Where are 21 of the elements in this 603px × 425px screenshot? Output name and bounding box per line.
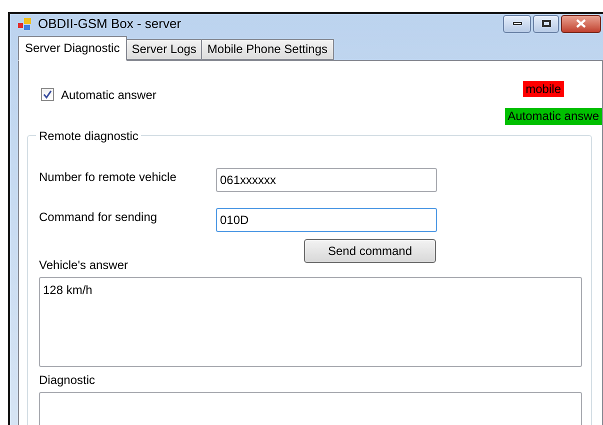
automatic-answer-checkbox[interactable]: Automatic answer [41,86,156,104]
checkbox[interactable] [41,88,54,101]
send-command-button[interactable]: Send command [304,238,436,262]
answer-status-label: Automatic answe [504,108,602,124]
tab[interactable]: Server Diagnostic [18,36,127,60]
close-icon [576,19,586,28]
minimize-button[interactable] [503,14,531,33]
field-label: Command for sending [39,209,158,226]
maximize-button[interactable] [533,14,559,33]
answer-box[interactable]: 128 km/h [39,276,582,366]
field-label: Number fo remote vehicle [39,169,178,186]
app-icon [18,16,32,31]
field-label: Vehicle's answer [39,256,130,272]
mobile-status-label: mobile [522,80,564,96]
tab[interactable]: Mobile Phone Settings [202,38,334,60]
field-label: Diagnostic [39,372,96,388]
input-field[interactable]: 061xxxxxx [216,168,437,192]
input-field[interactable]: 010D [216,208,437,232]
tab[interactable]: Server Logs [126,38,202,60]
window-title: OBDII-GSM Box - server [38,15,182,33]
close-button[interactable] [561,14,601,33]
